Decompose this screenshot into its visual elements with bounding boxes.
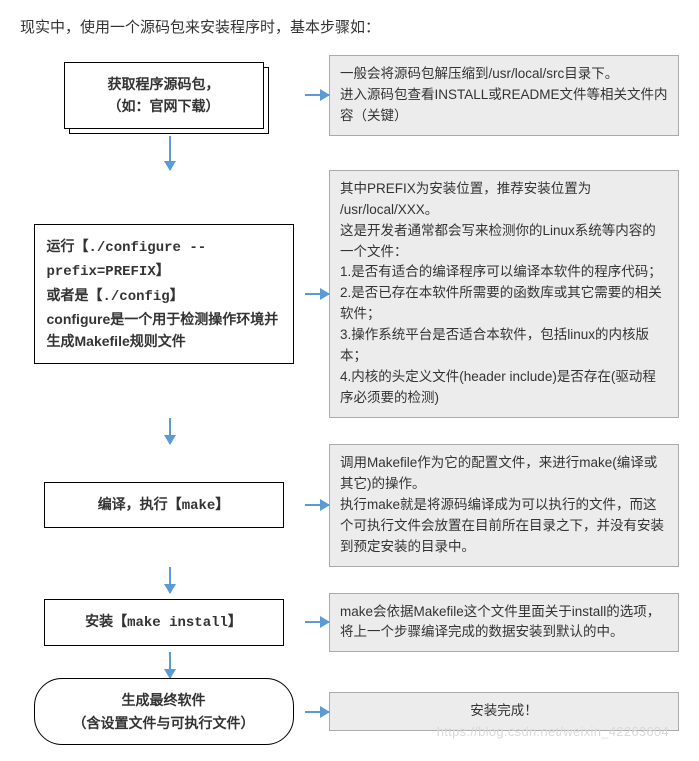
- step-2-d3: 这是开发者通常都会写来检测你的Linux系统等内容的一个文件：: [340, 221, 668, 263]
- step-2-line-2: 或者是【./config】: [47, 284, 281, 308]
- arrow-right-icon: [305, 293, 329, 295]
- step-4-desc: make会依据Makefile这个文件里面关于install的选项，将上一个步骤…: [329, 593, 679, 653]
- step-5-desc: 安装完成！: [329, 692, 679, 731]
- step-1-desc: 一般会将源码包解压缩到/usr/local/src目录下。 进入源码包查看INS…: [329, 55, 679, 136]
- step-1-desc-l1: 一般会将源码包解压缩到/usr/local/src目录下。: [340, 64, 668, 85]
- step-2-d2: /usr/local/XXX。: [340, 200, 668, 221]
- arrow-right-icon: [305, 94, 329, 96]
- step-1-title-1: 获取程序源码包，: [77, 73, 251, 95]
- step-2-d5: 2.是否已存在本软件所需要的函数库或其它需要的相关软件；: [340, 283, 668, 325]
- step-4-box: 安装【make install】: [44, 599, 284, 645]
- step-2-d6: 3.操作系统平台是否适合本软件，包括linux的内核版本；: [340, 325, 668, 367]
- step-5-t1: 生成最终软件: [49, 689, 279, 711]
- arrow-right-icon: [305, 504, 329, 506]
- step-3-desc: 调用Makefile作为它的配置文件，来进行make(编译或其它)的操作。 执行…: [329, 444, 679, 567]
- flow-diagram: 获取程序源码包， （如：官网下载） 一般会将源码包解压缩到/usr/local/…: [20, 55, 679, 745]
- arrow-right-icon: [305, 711, 329, 713]
- step-1-title-2: （如：官网下载）: [77, 95, 251, 117]
- step-2-d7: 4.内核的头定义文件(header include)是否存在(驱动程序必须要的检…: [340, 367, 668, 409]
- step-3-d1: 调用Makefile作为它的配置文件，来进行make(编译或其它)的操作。: [340, 453, 668, 495]
- step-4-row: 安装【make install】 make会依据Makefile这个文件里面关于…: [20, 593, 679, 653]
- step-5-d1: 安装完成！: [470, 703, 538, 718]
- step-5-terminal: 生成最终软件 （含设置文件与可执行文件）: [34, 678, 294, 745]
- step-4-title: 安装【make install】: [85, 613, 242, 629]
- intro-text: 现实中，使用一个源码包来安装程序时，基本步骤如：: [20, 16, 679, 37]
- step-2-row: 运行【./configure --prefix=PREFIX】 或者是【./co…: [20, 170, 679, 418]
- arrow-down-icon: [169, 567, 171, 593]
- step-3-box: 编译，执行【make】: [44, 482, 284, 528]
- step-1-desc-l2: 进入源码包查看INSTALL或README文件等相关文件内容（关键）: [340, 85, 668, 127]
- step-2-line-3: configure是一个用于检测操作环境并生成Makefile规则文件: [47, 308, 281, 353]
- arrow-down-icon: [169, 136, 171, 170]
- step-5-t2: （含设置文件与可执行文件）: [49, 712, 279, 734]
- step-2-desc: 其中PREFIX为安装位置，推荐安装位置为 /usr/local/XXX。 这是…: [329, 170, 679, 418]
- step-5-row: 生成最终软件 （含设置文件与可执行文件） 安装完成！: [20, 678, 679, 745]
- step-3-row: 编译，执行【make】 调用Makefile作为它的配置文件，来进行make(编…: [20, 444, 679, 567]
- step-3-title: 编译，执行【make】: [98, 496, 230, 512]
- step-2-d1: 其中PREFIX为安装位置，推荐安装位置为: [340, 179, 668, 200]
- step-2-box: 运行【./configure --prefix=PREFIX】 或者是【./co…: [34, 224, 294, 364]
- step-1-box: 获取程序源码包， （如：官网下载）: [64, 62, 264, 129]
- arrow-right-icon: [305, 621, 329, 623]
- step-1-row: 获取程序源码包， （如：官网下载） 一般会将源码包解压缩到/usr/local/…: [20, 55, 679, 136]
- arrow-down-icon: [169, 652, 171, 678]
- step-4-d1: make会依据Makefile这个文件里面关于install的选项，将上一个步骤…: [340, 602, 668, 644]
- step-2-line-1: 运行【./configure --prefix=PREFIX】: [47, 235, 281, 284]
- step-2-d4: 1.是否有适合的编译程序可以编译本软件的程序代码；: [340, 262, 668, 283]
- step-3-d2: 执行make就是将源码编译成为可以执行的文件，而这个可执行文件会放置在目前所在目…: [340, 495, 668, 558]
- arrow-down-icon: [169, 418, 171, 444]
